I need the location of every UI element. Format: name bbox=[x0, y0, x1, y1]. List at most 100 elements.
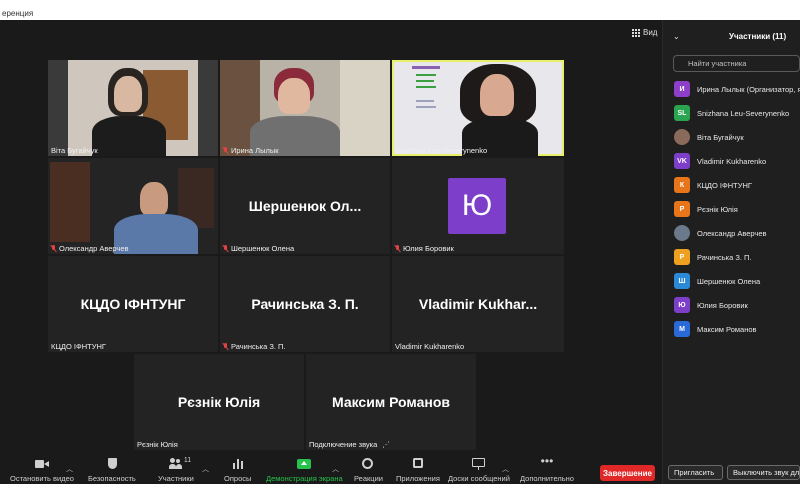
meeting-toolbar: Остановить видео ︿ Безопасность 11 Участ… bbox=[0, 452, 662, 484]
name-tile-shershenyuk[interactable]: Шершенюк Ол... Шершенюк Олена bbox=[220, 158, 390, 254]
participant-list-item[interactable]: VK Vladimir Kukharenko bbox=[674, 149, 800, 173]
participant-avatar: И bbox=[674, 81, 690, 97]
participant-list-name: Snizhana Leu-Severynenko bbox=[697, 108, 790, 118]
stop-video-button[interactable]: Остановить видео bbox=[10, 458, 74, 483]
video-background bbox=[340, 60, 390, 156]
participant-list-item[interactable]: И Ирина Лылык (Организатор, я) bbox=[674, 77, 800, 101]
participant-list-name: Ирина Лылык (Организатор, я) bbox=[697, 84, 800, 94]
participant-search-input[interactable] bbox=[673, 55, 800, 72]
collapse-panel-chevron-icon[interactable]: ⌄ bbox=[673, 32, 680, 41]
participant-display-name: Рачинська З. П. bbox=[251, 296, 359, 312]
video-options-caret[interactable]: ︿ bbox=[66, 464, 73, 474]
participant-list-item[interactable]: Ш Шершенюк Олена bbox=[674, 269, 800, 293]
participant-avatar: К bbox=[674, 177, 690, 193]
participant-display-name: Максим Романов bbox=[331, 394, 450, 410]
mic-muted-icon bbox=[51, 245, 57, 252]
participant-list-item[interactable]: К КЦДО ІФНТУНГ bbox=[674, 173, 800, 197]
participant-list-item[interactable]: М Максим Романов bbox=[674, 317, 800, 341]
participant-name: Віта Бугайчук bbox=[51, 146, 98, 155]
person-body bbox=[92, 116, 166, 156]
participant-display-name: КЦДО ІФНТУНГ bbox=[80, 296, 186, 312]
window-title: еренция bbox=[2, 9, 34, 18]
participant-avatar: VK bbox=[674, 153, 690, 169]
name-tile-kcdo[interactable]: КЦДО ІФНТУНГ КЦДО ІФНТУНГ bbox=[48, 256, 218, 352]
mic-muted-icon bbox=[223, 147, 229, 154]
share-screen-icon bbox=[297, 458, 312, 470]
participant-avatar bbox=[674, 129, 690, 145]
participant-name: Рачинська З. П. bbox=[223, 342, 286, 351]
participant-list-item[interactable]: Р Рачинська З. П. bbox=[674, 245, 800, 269]
view-button-label: Вид bbox=[643, 28, 658, 37]
participants-options-caret[interactable]: ︿ bbox=[202, 464, 209, 474]
security-button[interactable]: Безопасность bbox=[88, 458, 136, 483]
bar-chart-icon bbox=[231, 458, 245, 470]
participant-list-name: Рачинська З. П. bbox=[697, 252, 752, 262]
participant-name: Vladimir Kukharenko bbox=[395, 342, 465, 351]
shield-icon bbox=[105, 458, 119, 470]
participant-list-item[interactable]: Ю Юлия Боровик bbox=[674, 293, 800, 317]
whiteboard-icon bbox=[471, 458, 486, 470]
view-button[interactable]: Вид bbox=[632, 28, 657, 37]
participant-list-item[interactable]: Олександр Аверчев bbox=[674, 221, 800, 245]
participant-name: Юлия Боровик bbox=[395, 244, 454, 253]
participant-name: Рєзнік Юлія bbox=[137, 440, 178, 449]
participant-display-name: Vladimir Kukhar... bbox=[418, 296, 538, 312]
participant-list-name: КЦДО ІФНТУНГ bbox=[697, 180, 752, 190]
person-face bbox=[114, 76, 142, 112]
video-tile-oleksandr[interactable]: Олександр Аверчев bbox=[48, 158, 218, 254]
bookshelf bbox=[50, 162, 90, 242]
participant-avatar: SL bbox=[674, 105, 690, 121]
person-face bbox=[140, 182, 168, 216]
participant-list-name: Шершенюк Олена bbox=[697, 276, 761, 286]
apps-button[interactable]: Приложения bbox=[396, 458, 440, 483]
slide-text bbox=[416, 106, 436, 108]
invite-button[interactable]: Пригласить bbox=[668, 465, 723, 480]
screen-edge bbox=[0, 488, 800, 500]
participant-list-name: Олександр Аверчев bbox=[697, 228, 767, 238]
participant-name: Snizhana Leu-Severynenko bbox=[395, 146, 488, 155]
participant-list-name: Рєзнік Юлія bbox=[697, 204, 738, 214]
video-tile-snizhana[interactable]: Snizhana Leu-Severynenko bbox=[392, 60, 564, 156]
name-tile-kukharenko[interactable]: Vladimir Kukhar... Vladimir Kukharenko bbox=[392, 256, 564, 352]
avatar-tile-borovyk[interactable]: Ю Юлия Боровик bbox=[392, 158, 564, 254]
participant-name: КЦДО ІФНТУНГ bbox=[51, 342, 106, 351]
share-options-caret[interactable]: ︿ bbox=[332, 464, 339, 474]
mic-muted-icon bbox=[223, 245, 229, 252]
whiteboard-options-caret[interactable]: ︿ bbox=[502, 464, 509, 474]
apps-icon bbox=[411, 458, 425, 470]
panel-title: Участники (11) bbox=[729, 32, 787, 41]
participant-list-item[interactable]: SL Snizhana Leu-Severynenko bbox=[674, 101, 800, 125]
participant-avatar bbox=[674, 225, 690, 241]
video-tile-vita[interactable]: Віта Бугайчук bbox=[48, 60, 218, 156]
video-camera-icon bbox=[34, 458, 49, 470]
participants-list: И Ирина Лылык (Организатор, я) SL Snizhana … bbox=[674, 77, 800, 341]
participant-avatar: Ю bbox=[674, 297, 690, 313]
slide-text bbox=[416, 86, 436, 88]
participant-name: Подключение звука ⋰ bbox=[309, 440, 390, 449]
polls-button[interactable]: Опросы bbox=[224, 458, 251, 483]
participant-name: Ирина Лылык bbox=[223, 146, 279, 155]
more-button[interactable]: ••• Дополнительно bbox=[520, 455, 574, 483]
person-face bbox=[278, 78, 310, 114]
unmute-all-button[interactable]: Выключить звук для всех bbox=[727, 465, 800, 480]
name-tile-reznik[interactable]: Рєзнік Юлія Рєзнік Юлія bbox=[134, 354, 304, 450]
participant-list-name: Vladimir Kukharenko bbox=[697, 156, 767, 166]
reactions-button[interactable]: Реакции bbox=[354, 458, 383, 483]
participant-avatar: Ю bbox=[448, 178, 506, 234]
grid-icon bbox=[632, 28, 640, 37]
participants-button[interactable]: 11 Участники bbox=[158, 457, 194, 483]
slide-text bbox=[416, 100, 434, 102]
participant-avatar: Ш bbox=[674, 273, 690, 289]
end-meeting-button[interactable]: Завершение bbox=[600, 465, 655, 481]
participant-list-name: Віта Бугайчук bbox=[697, 132, 744, 142]
name-tile-rachynska[interactable]: Рачинська З. П. Рачинська З. П. bbox=[220, 256, 390, 352]
participant-list-item[interactable]: Р Рєзнік Юлія bbox=[674, 197, 800, 221]
name-tile-romanov[interactable]: Максим Романов Подключение звука ⋰ bbox=[306, 354, 476, 450]
slide-title bbox=[412, 66, 440, 69]
person-face bbox=[480, 74, 514, 116]
slide-text bbox=[416, 80, 434, 82]
whiteboards-button[interactable]: Доски сообщений bbox=[448, 458, 510, 483]
participants-icon: 11 bbox=[168, 457, 191, 470]
video-tile-iryna[interactable]: Ирина Лылык bbox=[220, 60, 390, 156]
participant-list-item[interactable]: Віта Бугайчук bbox=[674, 125, 800, 149]
